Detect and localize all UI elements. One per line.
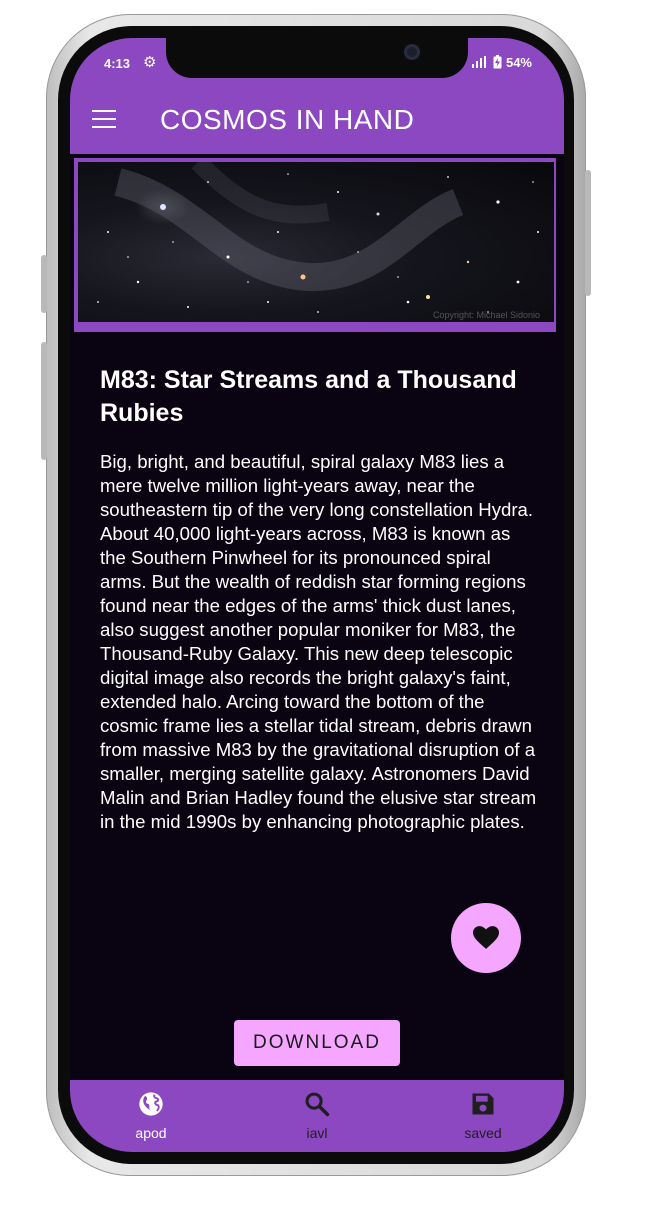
settings-notification-icon: ⚙	[143, 54, 157, 71]
save-icon	[472, 1093, 494, 1115]
apod-content: M83: Star Streams and a Thousand Rubies …	[100, 364, 540, 834]
app-bar: COSMOS IN HAND	[70, 90, 564, 154]
app-title: COSMOS IN HAND	[160, 104, 415, 135]
nav-item-iavl[interactable]: iavl	[272, 1090, 362, 1141]
download-button[interactable]: DOWNLOAD	[234, 1020, 400, 1066]
volume-down-button	[41, 342, 47, 460]
hamburger-menu-icon[interactable]	[92, 110, 116, 128]
apod-image-frame: Copyright: Michael Sidonio	[74, 158, 556, 332]
screen: 4:13 ⚙ 54% COSMOS IN HAND Copyright: Mic…	[70, 38, 564, 1152]
power-button	[585, 170, 591, 296]
bottom-navigation: apod iavl saved	[70, 1080, 564, 1152]
nav-label-apod: apod	[135, 1125, 167, 1141]
volume-up-button	[41, 255, 47, 313]
battery-level: 54%	[505, 55, 532, 70]
apod-title: M83: Star Streams and a Thousand Rubies	[100, 366, 517, 427]
camera-notch	[166, 38, 468, 78]
signal-icon	[471, 56, 486, 68]
heart-icon	[473, 926, 499, 949]
nav-label-saved: saved	[464, 1125, 502, 1141]
front-camera	[404, 44, 420, 60]
image-credit: Copyright: Michael Sidonio	[432, 310, 540, 320]
apod-image[interactable]: Copyright: Michael Sidonio	[78, 162, 554, 322]
battery-charging-icon	[493, 55, 502, 69]
status-time: 4:13	[104, 56, 131, 71]
status-indicators: 54%	[471, 55, 532, 70]
nav-item-apod[interactable]: apod	[106, 1090, 196, 1141]
nav-item-saved[interactable]: saved	[438, 1090, 528, 1141]
favorite-button[interactable]	[451, 903, 521, 973]
globe-icon	[139, 1092, 163, 1116]
star-field-image	[97, 162, 539, 313]
apod-explanation: Big, bright, and beautiful, spiral galax…	[100, 451, 537, 832]
search-icon	[305, 1092, 330, 1117]
nav-label-iavl: iavl	[306, 1125, 328, 1141]
